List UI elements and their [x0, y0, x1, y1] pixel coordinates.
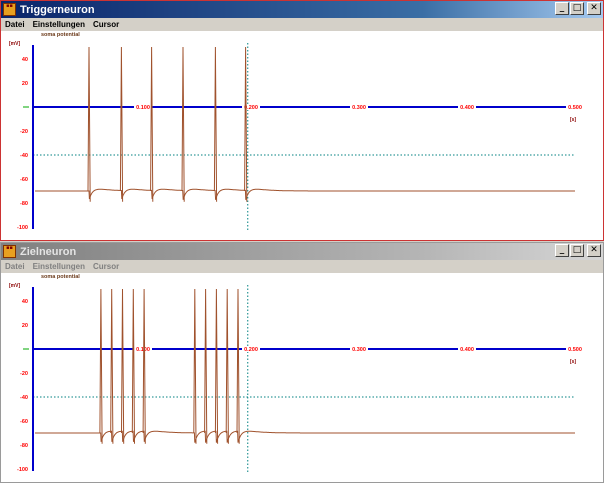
y-tick-label: -40 [20, 153, 28, 159]
menu-datei[interactable]: Datei [1, 260, 29, 273]
menu-cursor[interactable]: Cursor [89, 18, 123, 31]
y-tick-label: -80 [20, 201, 28, 207]
x-tick-label: 0.300 [352, 105, 366, 111]
spike [142, 288, 146, 444]
y-tick-label: -40 [20, 395, 28, 401]
y-tick-label: 40 [22, 299, 28, 305]
plot-area[interactable]: soma potential [mV] 40 20 -20 -40 -60 -80 -100 0.… [1, 31, 603, 240]
app-icon[interactable]: ▪▪ [3, 245, 16, 258]
y-tick-label: 20 [22, 81, 28, 87]
spike [193, 288, 197, 444]
spike [204, 288, 208, 444]
menu-datei[interactable]: Datei [1, 18, 29, 31]
plot-area[interactable]: soma potential [mV] 40 20 -20 -40 -60 -80 -100 0.… [1, 273, 603, 482]
spike [119, 46, 124, 202]
x-tick-label: 0.400 [460, 347, 474, 353]
x-tick-label: 0.100 [136, 347, 150, 353]
minimize-button[interactable]: _ [555, 244, 569, 257]
menu-bar: Datei Einstellungen Cursor [1, 18, 603, 31]
trace-baseline [35, 188, 575, 200]
app-icon[interactable]: ▪▪ [3, 3, 16, 16]
x-tick-label: 0.500 [568, 105, 582, 111]
y-tick-label: -20 [20, 371, 28, 377]
spike [99, 288, 103, 444]
y-tick-label: -20 [20, 129, 28, 135]
x-axis-unit: [s] [570, 359, 576, 365]
soma-potential-chart[interactable]: soma potential [mV] 40 20 -20 -40 -60 -80 -100 0.… [1, 31, 603, 240]
spike [150, 46, 154, 202]
x-tick-label: 0.500 [568, 347, 582, 353]
plot-title: soma potential [41, 32, 80, 38]
y-tick-label: -100 [17, 225, 28, 231]
title-bar[interactable]: ▪▪ Zielneuron _ □ ✕ [1, 243, 603, 260]
maximize-button[interactable]: □ [570, 2, 584, 15]
x-tick-label: 0.300 [352, 347, 366, 353]
spike [181, 46, 185, 202]
menu-bar: Datei Einstellungen Cursor [1, 260, 603, 273]
trace-baseline [35, 430, 575, 443]
spike [214, 288, 219, 444]
spike [110, 288, 114, 444]
menu-einstellungen[interactable]: Einstellungen [29, 260, 89, 273]
soma-potential-chart[interactable]: soma potential [mV] 40 20 -20 -40 -60 -80 -100 0.… [1, 273, 603, 482]
spike [244, 46, 248, 202]
y-tick-label: 20 [22, 323, 28, 329]
spike [87, 46, 91, 202]
y-tick-label: -60 [20, 177, 28, 183]
spike [236, 288, 240, 444]
plot-title: soma potential [41, 274, 80, 280]
spike [131, 288, 135, 444]
close-button[interactable]: ✕ [587, 2, 601, 15]
window-title: Triggerneuron [20, 3, 95, 16]
spike [213, 46, 218, 202]
window-zielneuron[interactable]: ▪▪ Zielneuron _ □ ✕ Datei Einstellungen … [0, 242, 604, 483]
x-tick-label: 0.100 [136, 105, 150, 111]
y-tick-label: -80 [20, 443, 28, 449]
window-triggerneuron[interactable]: ▪▪ Triggerneuron _ □ ✕ Datei Einstellung… [0, 0, 604, 241]
title-bar[interactable]: ▪▪ Triggerneuron _ □ ✕ [1, 1, 603, 18]
y-tick-label: 40 [22, 57, 28, 63]
y-axis-unit: [mV] [9, 283, 20, 289]
menu-einstellungen[interactable]: Einstellungen [29, 18, 89, 31]
x-axis-unit: [s] [570, 117, 576, 123]
y-tick-label: -100 [17, 467, 28, 473]
y-axis-unit: [mV] [9, 41, 20, 47]
spike [225, 288, 229, 444]
x-tick-label: 0.200 [244, 347, 258, 353]
spike [121, 288, 125, 444]
x-tick-label: 0.400 [460, 105, 474, 111]
menu-cursor[interactable]: Cursor [89, 260, 123, 273]
y-tick-label: -60 [20, 419, 28, 425]
close-button[interactable]: ✕ [587, 244, 601, 257]
minimize-button[interactable]: _ [555, 2, 569, 15]
window-title: Zielneuron [20, 245, 77, 258]
maximize-button[interactable]: □ [570, 244, 584, 257]
